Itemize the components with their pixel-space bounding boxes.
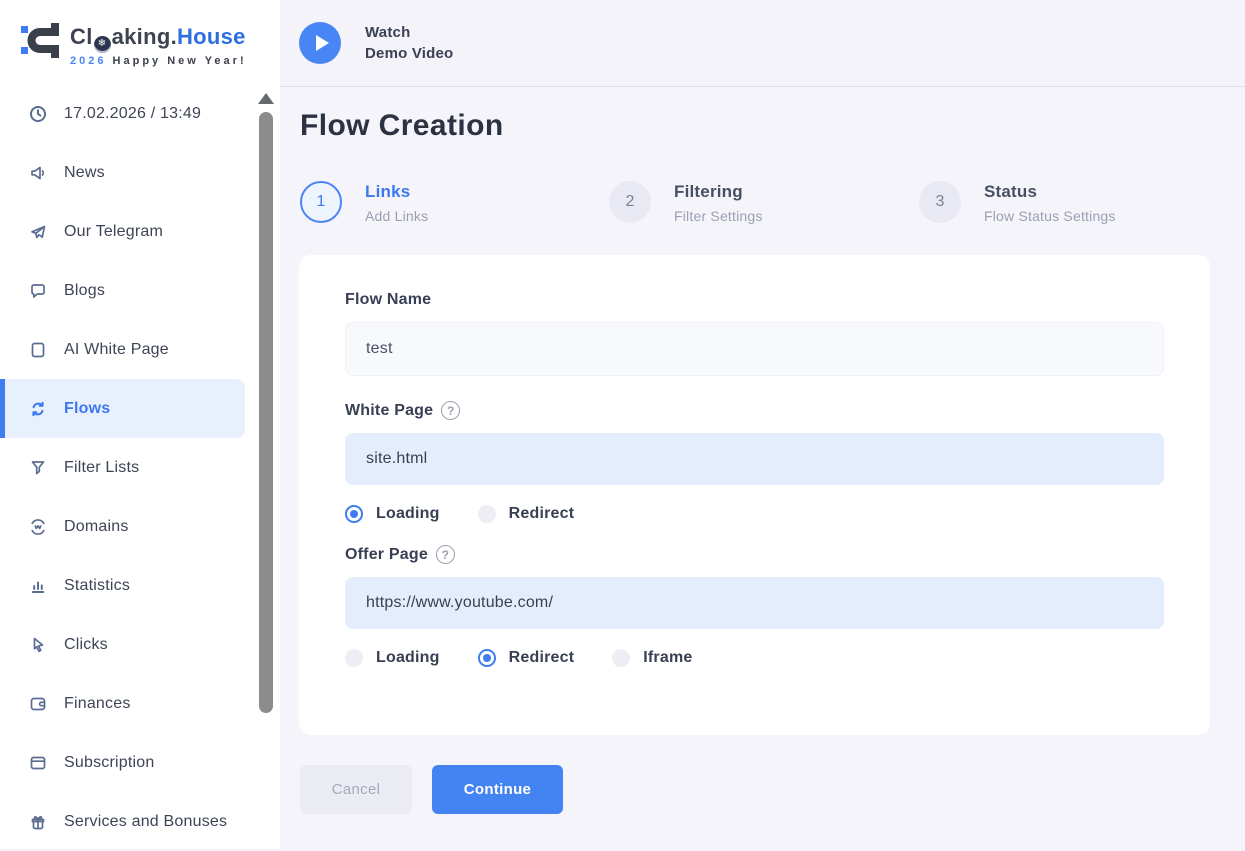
- play-icon[interactable]: [299, 22, 341, 64]
- brand-part-1: Cl: [70, 24, 93, 49]
- brand-tagline: 2026 Happy New Year!: [70, 55, 247, 67]
- brand-accent: House: [177, 24, 246, 49]
- step-number: 2: [609, 181, 651, 223]
- page-icon: [28, 340, 48, 360]
- white-page-input[interactable]: [345, 433, 1164, 485]
- help-icon[interactable]: ?: [436, 545, 455, 564]
- radio-offer-redirect[interactable]: Redirect: [478, 649, 575, 667]
- form-actions: Cancel Continue: [300, 765, 563, 814]
- continue-button[interactable]: Continue: [432, 765, 563, 814]
- credit-card-icon: [28, 753, 48, 773]
- top-header: Watch Demo Video: [280, 0, 1245, 87]
- globe-icon: [28, 517, 48, 537]
- flows-repeat-icon: [28, 399, 48, 419]
- step-status[interactable]: 3 Status Flow Status Settings: [919, 181, 1116, 224]
- sidebar: Cl❄aking.House 2026 Happy New Year! 17.0…: [0, 0, 280, 849]
- step-title: Filtering: [674, 182, 763, 202]
- step-number: 1: [300, 181, 342, 223]
- sidebar-item-subscription[interactable]: Subscription: [0, 733, 280, 792]
- brand-part-2: aking.: [112, 24, 177, 49]
- main-content: Flow Creation 1 Links Add Links 2 Filter…: [280, 87, 1245, 849]
- radio-offer-iframe[interactable]: Iframe: [612, 649, 692, 667]
- sidebar-item-news[interactable]: News: [0, 143, 280, 202]
- sidebar-item-label: Services and Bonuses: [64, 813, 227, 831]
- step-links[interactable]: 1 Links Add Links: [300, 181, 428, 224]
- sidebar-scroll-up-arrow[interactable]: [258, 93, 274, 104]
- step-title: Status: [984, 182, 1116, 202]
- sidebar-item-services-and-bonuses[interactable]: Services and Bonuses: [0, 792, 280, 851]
- sidebar-item-domains[interactable]: Domains: [0, 497, 280, 556]
- step-subtitle: Filter Settings: [674, 208, 763, 224]
- sidebar-item-label: Clicks: [64, 636, 108, 654]
- offer-page-label: Offer Page ?: [345, 545, 1164, 564]
- sidebar-item-ai-white-page[interactable]: AI White Page: [0, 320, 280, 379]
- sidebar-datetime-label: 17.02.2026 / 13:49: [64, 105, 201, 123]
- sidebar-item-label: Subscription: [64, 754, 154, 772]
- sidebar-item-label: Finances: [64, 695, 131, 713]
- step-subtitle: Add Links: [365, 208, 428, 224]
- sidebar-scrollbar-thumb[interactable]: [259, 112, 273, 713]
- flow-name-input[interactable]: [345, 322, 1164, 376]
- radio-offer-loading[interactable]: Loading: [345, 649, 440, 667]
- sidebar-item-label: AI White Page: [64, 341, 169, 359]
- sidebar-item-label: Filter Lists: [64, 459, 139, 477]
- sidebar-item-filter-lists[interactable]: Filter Lists: [0, 438, 280, 497]
- white-page-mode-options: Loading Redirect: [345, 505, 1164, 523]
- sidebar-item-label: News: [64, 164, 105, 182]
- sidebar-datetime: 17.02.2026 / 13:49: [0, 84, 280, 143]
- telegram-icon: [28, 222, 48, 242]
- step-filtering[interactable]: 2 Filtering Filter Settings: [609, 181, 763, 224]
- white-page-label: White Page ?: [345, 401, 1164, 420]
- sidebar-item-statistics[interactable]: Statistics: [0, 556, 280, 615]
- cursor-icon: [28, 635, 48, 655]
- radio-icon[interactable]: [478, 505, 496, 523]
- radio-icon[interactable]: [612, 649, 630, 667]
- sidebar-item-label: Blogs: [64, 282, 105, 300]
- brand-logo-icon: [16, 16, 62, 62]
- chat-bubble-icon: [28, 281, 48, 301]
- sidebar-item-label: Our Telegram: [64, 223, 163, 241]
- step-title: Links: [365, 182, 428, 202]
- sidebar-menu: 17.02.2026 / 13:49 News Our Telegram Blo…: [0, 84, 280, 851]
- radio-icon[interactable]: [345, 649, 363, 667]
- stepper: 1 Links Add Links 2 Filtering Filter Set…: [280, 181, 1245, 227]
- sidebar-item-flows[interactable]: Flows: [0, 379, 245, 438]
- megaphone-icon: [28, 163, 48, 183]
- radio-white-redirect[interactable]: Redirect: [478, 505, 575, 523]
- watch-demo-video-label: Watch Demo Video: [365, 22, 453, 64]
- step-subtitle: Flow Status Settings: [984, 208, 1116, 224]
- sidebar-item-label: Flows: [64, 400, 110, 418]
- offer-page-input[interactable]: [345, 577, 1164, 629]
- page-title: Flow Creation: [300, 109, 504, 143]
- offer-page-mode-options: Loading Redirect Iframe: [345, 649, 1164, 667]
- step-number: 3: [919, 181, 961, 223]
- funnel-icon: [28, 458, 48, 478]
- radio-icon[interactable]: [478, 649, 496, 667]
- tagline-year: 2026: [70, 55, 106, 67]
- flow-form-card: Flow Name White Page ? Loading Redirect …: [299, 255, 1210, 735]
- bar-chart-icon: [28, 576, 48, 596]
- brand-text: Cl❄aking.House 2026 Happy New Year!: [70, 16, 247, 67]
- brand-logo[interactable]: Cl❄aking.House 2026 Happy New Year!: [0, 0, 280, 67]
- tagline-text: Happy New Year!: [113, 55, 247, 67]
- gift-icon: [28, 812, 48, 832]
- sidebar-item-label: Statistics: [64, 577, 130, 595]
- radio-icon[interactable]: [345, 505, 363, 523]
- cancel-button[interactable]: Cancel: [300, 765, 412, 814]
- watch-demo-video[interactable]: Watch Demo Video: [299, 22, 453, 64]
- radio-white-loading[interactable]: Loading: [345, 505, 440, 523]
- flow-name-label: Flow Name: [345, 291, 1164, 309]
- clock-icon: [28, 104, 48, 124]
- sidebar-item-clicks[interactable]: Clicks: [0, 615, 280, 674]
- sidebar-item-our-telegram[interactable]: Our Telegram: [0, 202, 280, 261]
- snowflake-ornament-icon: ❄: [94, 36, 111, 53]
- help-icon[interactable]: ?: [441, 401, 460, 420]
- sidebar-item-label: Domains: [64, 518, 129, 536]
- sidebar-item-finances[interactable]: Finances: [0, 674, 280, 733]
- wallet-icon: [28, 694, 48, 714]
- sidebar-item-blogs[interactable]: Blogs: [0, 261, 280, 320]
